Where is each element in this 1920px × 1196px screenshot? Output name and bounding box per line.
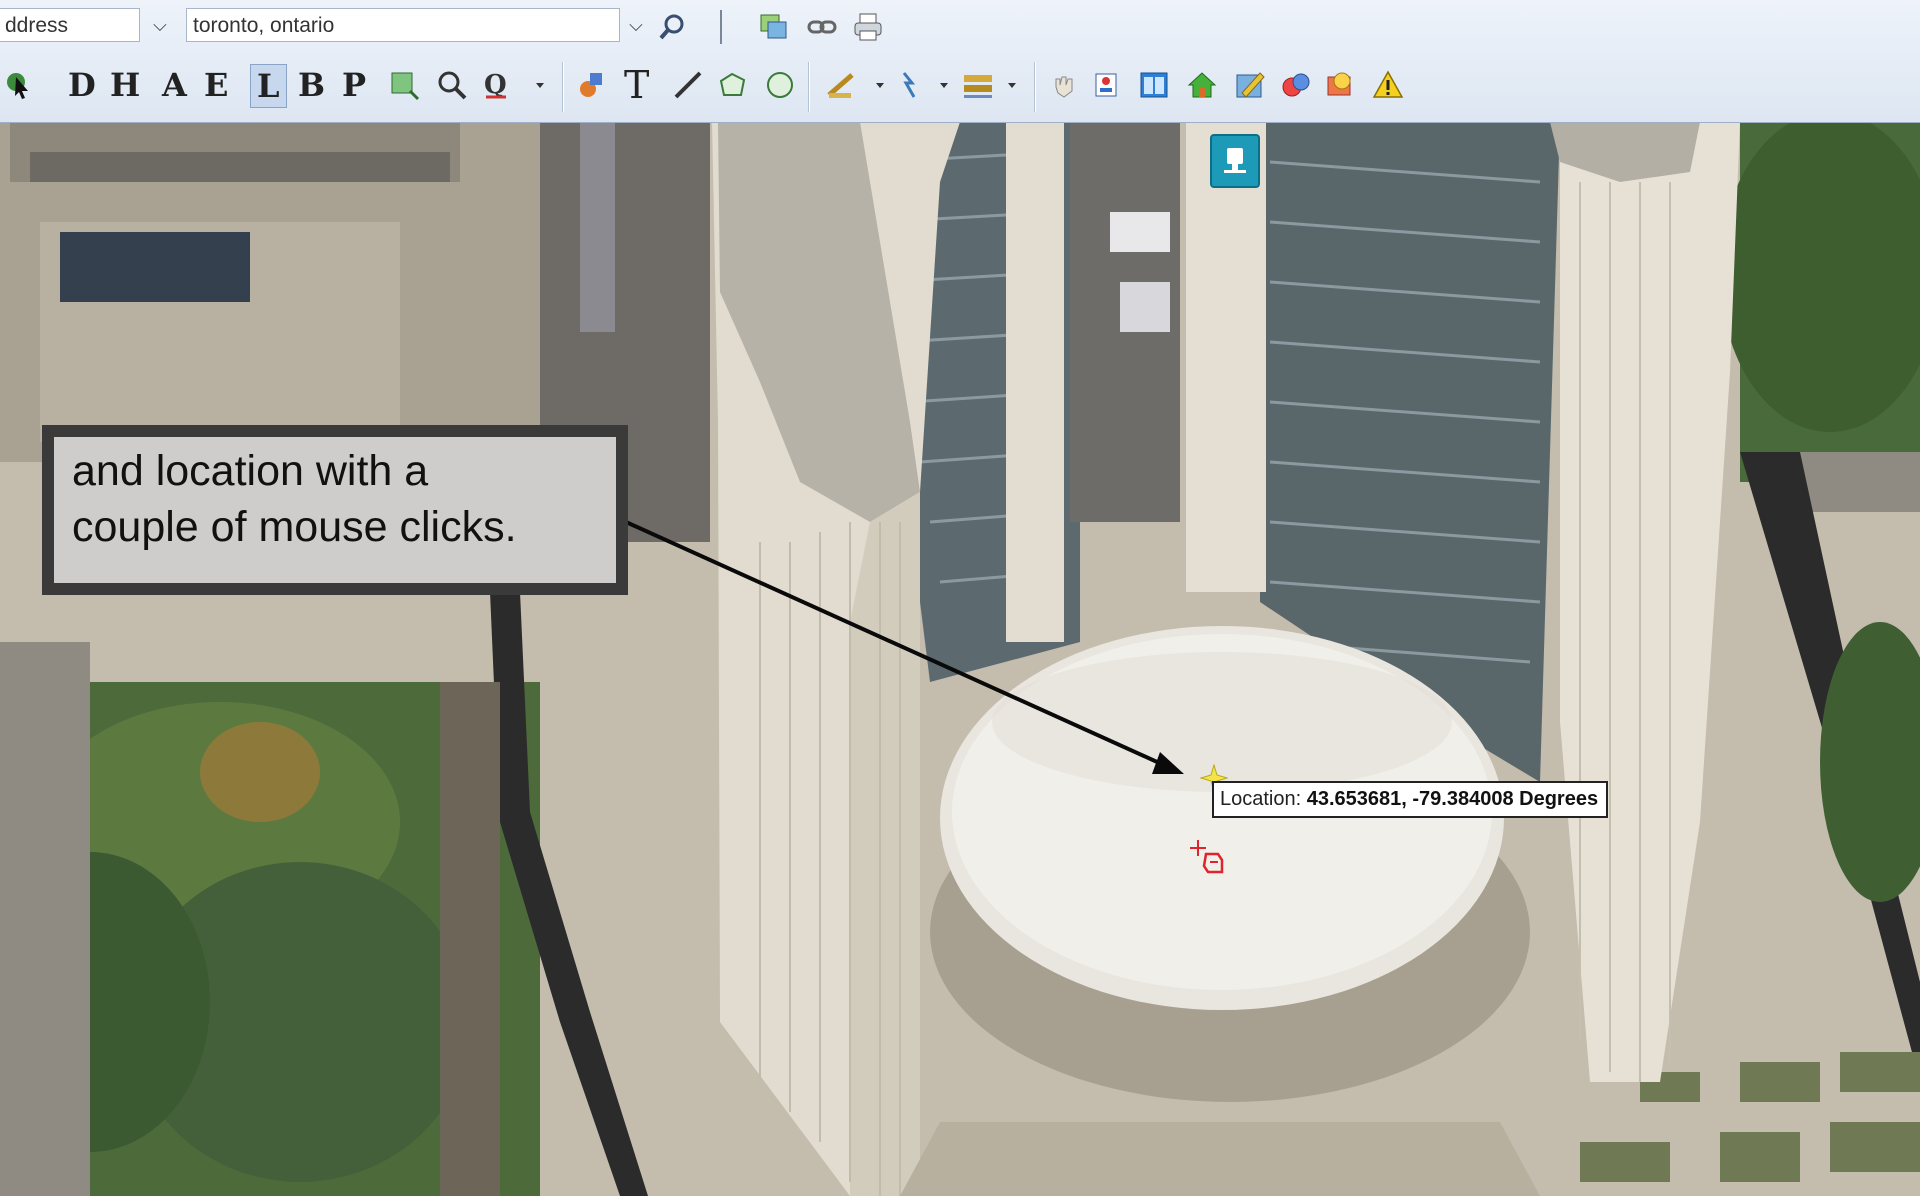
dropdown-arrow-icon[interactable] [862, 66, 898, 104]
split-view-icon[interactable] [1136, 66, 1172, 104]
tool-e[interactable]: E [204, 64, 228, 106]
separator [808, 62, 810, 112]
location-tooltip: Location: 43.653681, -79.384008 Degrees [1212, 781, 1609, 818]
layers-icon[interactable] [756, 8, 792, 46]
measure-icon[interactable] [824, 66, 860, 104]
pan-hand-icon[interactable] [1046, 66, 1082, 104]
crosshair-cursor-icon [1190, 838, 1230, 883]
tool-a[interactable]: A [162, 64, 187, 106]
warning-icon[interactable] [1370, 66, 1406, 104]
tool-l[interactable]: L [250, 64, 287, 108]
edit-map-icon[interactable] [1232, 66, 1268, 104]
tool-b[interactable]: B [298, 64, 325, 106]
aerial-map-view[interactable] [0, 122, 1920, 1196]
aerial-imagery [0, 122, 1920, 1196]
query-dropdown-icon[interactable]: Q [480, 66, 516, 104]
tooltip-coordinates: 43.653681, -79.384008 Degrees [1306, 788, 1599, 810]
line-tool-icon[interactable] [670, 66, 706, 104]
text-tool[interactable]: T [624, 63, 649, 107]
address-type-select[interactable]: ddress [0, 8, 140, 42]
separator [562, 62, 564, 112]
chevron-down-icon[interactable]: ⌵ [144, 8, 176, 42]
separator [720, 10, 722, 44]
tool-p[interactable]: P [342, 64, 366, 106]
dropdown-arrow-icon[interactable] [522, 66, 558, 104]
home-icon[interactable] [1184, 66, 1220, 104]
geo-tag-icon[interactable] [574, 66, 610, 104]
callout-line-1: and location with a [72, 447, 429, 495]
link-icon[interactable] [804, 8, 840, 46]
print-icon[interactable] [850, 8, 886, 46]
tools-toolbar: D H A E L B P Q T [0, 56, 1920, 118]
search-input[interactable]: toronto, ontario [186, 8, 620, 42]
chevron-down-icon[interactable]: ⌵ [620, 8, 652, 42]
tooltip-label: Location: [1220, 788, 1302, 810]
camera-marker-icon[interactable] [1210, 134, 1260, 188]
bookmark-pin-icon[interactable] [1322, 66, 1358, 104]
area-fill-icon[interactable] [960, 66, 996, 104]
zoom-box-icon[interactable] [386, 66, 422, 104]
search-icon[interactable] [654, 8, 690, 46]
circle-tool-icon[interactable] [762, 66, 798, 104]
tool-h[interactable]: H [110, 64, 140, 106]
globe-layers-icon[interactable] [1278, 66, 1314, 104]
address-bar: ddress ⌵ toronto, ontario ⌵ [0, 0, 1920, 52]
callout-line-2: couple of mouse clicks. [72, 503, 517, 551]
polygon-tool-icon[interactable] [714, 66, 750, 104]
zoom-icon[interactable] [434, 66, 470, 104]
toolbar-area: ddress ⌵ toronto, ontario ⌵ D H A E L B … [0, 0, 1920, 123]
separator [1034, 62, 1036, 112]
map-view-icon[interactable] [1090, 66, 1126, 104]
annotation-callout: and location with a couple of mouse clic… [42, 425, 628, 595]
tool-d[interactable]: D [68, 64, 96, 106]
select-pointer-icon[interactable] [2, 66, 38, 104]
dropdown-arrow-icon[interactable] [994, 66, 1030, 104]
dropdown-arrow-icon[interactable] [926, 66, 962, 104]
